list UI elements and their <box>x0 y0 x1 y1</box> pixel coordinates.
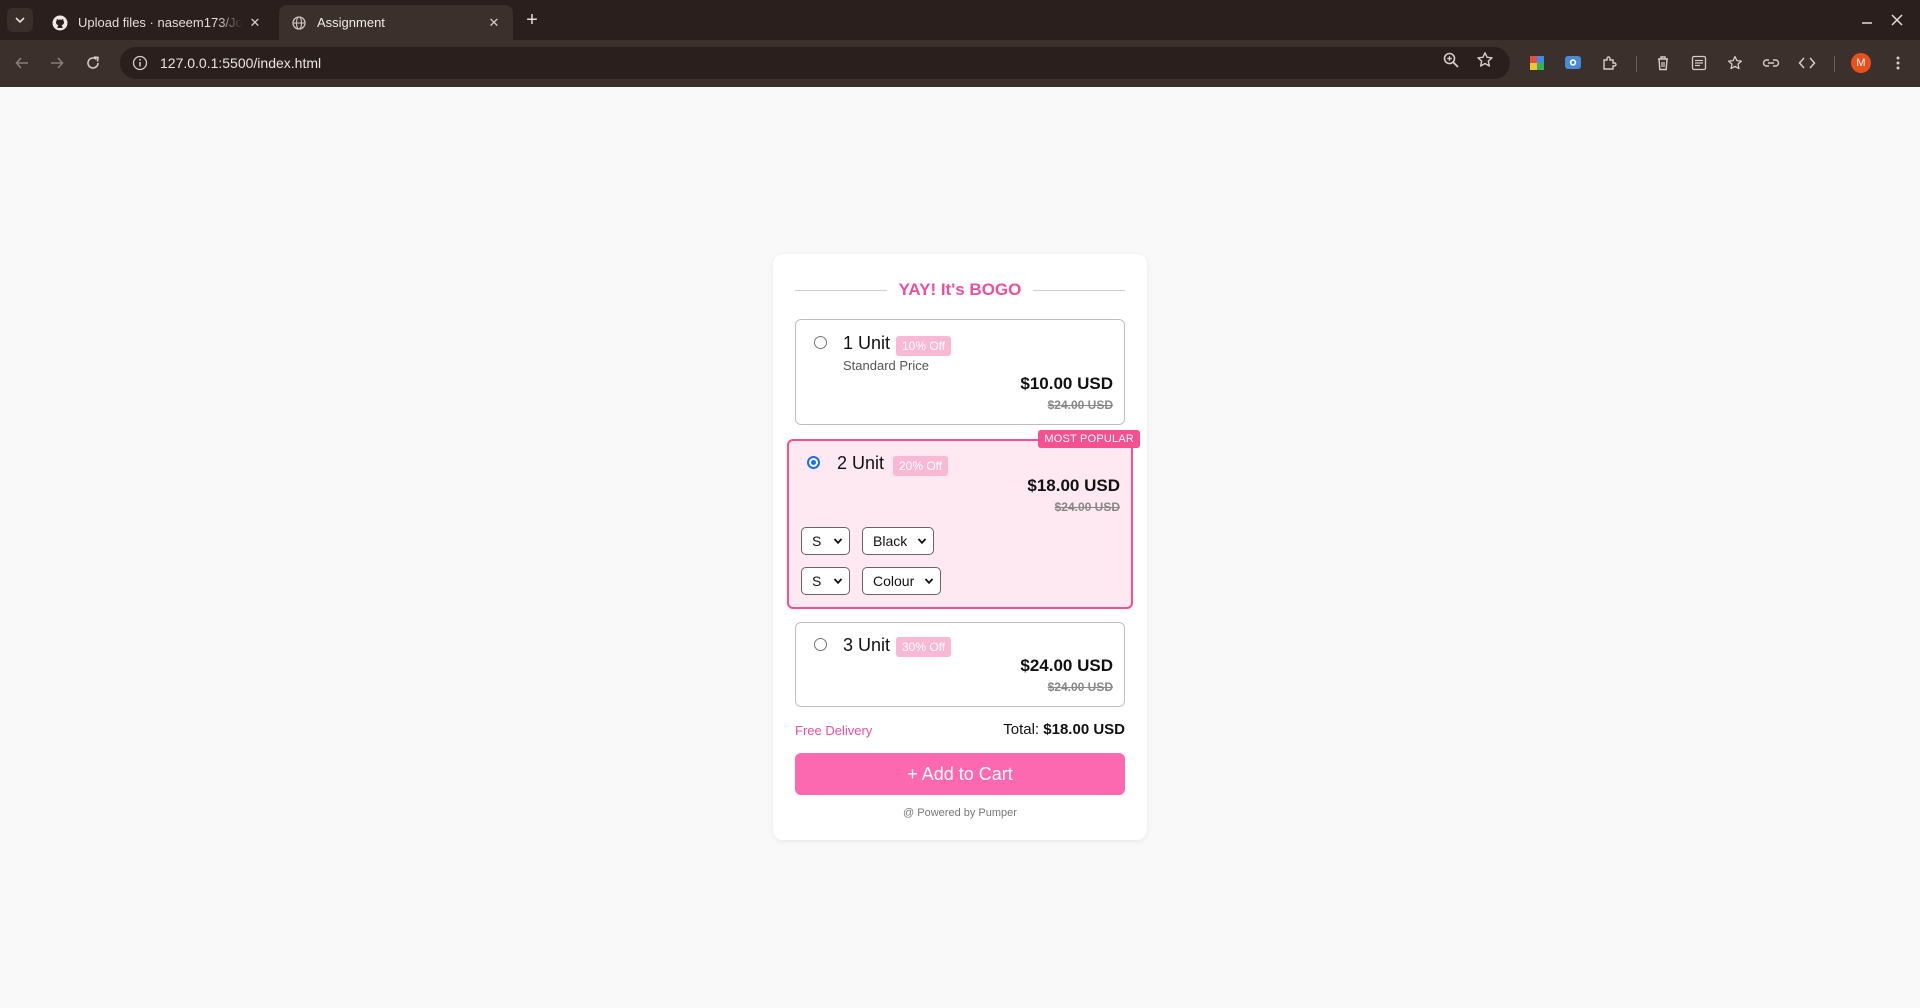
add-to-cart-button[interactable]: + Add to Cart <box>795 753 1125 795</box>
profile-avatar[interactable]: M <box>1851 53 1871 73</box>
option-label: 2 Unit <box>837 453 885 473</box>
globe-icon <box>291 15 307 31</box>
color-select-1[interactable]: Black <box>862 527 934 555</box>
size-select-2[interactable]: S <box>801 567 850 595</box>
discount-badge: 30% Off <box>896 637 952 657</box>
minimize-icon[interactable] <box>1853 6 1881 34</box>
kebab-menu-icon[interactable] <box>1885 50 1911 76</box>
option-old-price: $24.00 USD <box>1047 398 1113 412</box>
tab-title: Assignment <box>317 15 385 30</box>
option-3-unit[interactable]: 3 Unit 30% Off $24.00 USD $24.00 USD <box>795 622 1125 707</box>
close-icon[interactable]: ✕ <box>246 14 264 32</box>
most-popular-tag: MOST POPULAR <box>1038 430 1140 448</box>
extension-screen-icon[interactable] <box>1560 50 1586 76</box>
chevron-down-icon <box>917 538 927 545</box>
option-price: $24.00 USD <box>1020 656 1113 675</box>
url-text: 127.0.0.1:5500/index.html <box>160 55 322 71</box>
arrow-left-icon <box>15 57 28 69</box>
chevron-down-icon <box>15 17 25 24</box>
select-value: S <box>812 573 822 589</box>
tab-strip: Upload files · naseem173/Job ✕ Assignmen… <box>0 0 1920 40</box>
zoom-icon[interactable] <box>1442 51 1460 74</box>
chevron-down-icon <box>833 538 843 545</box>
select-value: Black <box>873 533 908 549</box>
divider-line <box>1033 289 1125 291</box>
reading-list-icon[interactable] <box>1686 50 1712 76</box>
option-label: 1 Unit <box>843 333 891 353</box>
chevron-down-icon <box>833 578 843 585</box>
tab-assignment[interactable]: Assignment ✕ <box>279 5 513 40</box>
option-2-radio[interactable] <box>807 456 820 469</box>
reload-icon <box>87 56 99 69</box>
free-delivery-text: Free Delivery <box>795 723 873 738</box>
extensions-puzzle-icon[interactable] <box>1597 50 1623 76</box>
discount-badge: 20% Off <box>893 456 949 476</box>
offer-heading: YAY! It's BOGO <box>795 274 1125 306</box>
powered-by-text: @ Powered by Pumper <box>903 807 1017 819</box>
option-label: 3 Unit <box>843 635 891 655</box>
option-1-unit[interactable]: 1 Unit 10% Off Standard Price $10.00 USD… <box>795 319 1125 425</box>
option-price: $18.00 USD <box>1027 476 1120 495</box>
trash-icon[interactable] <box>1650 50 1676 76</box>
chevron-down-icon <box>924 578 934 585</box>
bookmark-star-icon[interactable] <box>1476 51 1494 74</box>
code-icon[interactable] <box>1794 50 1820 76</box>
select-value: S <box>812 533 822 549</box>
browser-toolbar: 127.0.0.1:5500/index.html M <box>0 40 1920 87</box>
select-value: Colour <box>873 573 915 589</box>
discount-badge: 10% Off <box>896 336 952 356</box>
bookmarks-star-icon[interactable] <box>1722 50 1748 76</box>
summary-row: Free Delivery Total: $18.00 USD <box>795 720 1125 740</box>
arrow-right-icon <box>51 57 64 69</box>
option-1-radio[interactable] <box>814 336 827 349</box>
toolbar-divider <box>1636 56 1637 72</box>
total-text: Total: $18.00 USD <box>1003 721 1125 738</box>
address-bar[interactable]: 127.0.0.1:5500/index.html <box>120 47 1510 79</box>
tab-search-button[interactable] <box>7 8 33 32</box>
total-label: Total: <box>1003 721 1040 738</box>
link-icon[interactable] <box>1758 50 1784 76</box>
site-info-icon[interactable] <box>130 53 150 73</box>
offer-title: YAY! It's BOGO <box>898 280 1022 299</box>
github-icon <box>52 15 68 31</box>
extension-colorful-icon[interactable] <box>1524 50 1550 76</box>
toolbar-divider <box>1834 56 1835 72</box>
divider-line <box>795 289 887 291</box>
forward-button[interactable] <box>44 50 70 76</box>
new-tab-button[interactable]: + <box>520 8 544 32</box>
tab-upload-files[interactable]: Upload files · naseem173/Job ✕ <box>40 5 274 40</box>
back-button[interactable] <box>9 50 35 76</box>
close-window-icon[interactable] <box>1883 6 1911 34</box>
tab-title: Upload files · naseem173/Job <box>78 15 242 30</box>
option-subtitle: Standard Price <box>843 358 929 373</box>
option-price: $10.00 USD <box>1020 374 1113 393</box>
reload-button[interactable] <box>80 50 106 76</box>
total-value: $18.00 USD <box>1043 721 1125 738</box>
color-select-2[interactable]: Colour <box>862 567 941 595</box>
option-old-price: $24.00 USD <box>1047 680 1113 694</box>
bogo-offer-card: YAY! It's BOGO 1 Unit 10% Off Standard P… <box>773 254 1147 840</box>
close-icon[interactable]: ✕ <box>485 14 503 32</box>
size-select-1[interactable]: S <box>801 527 850 555</box>
option-3-radio[interactable] <box>814 638 827 651</box>
option-2-unit[interactable]: MOST POPULAR 2 Unit 20% Off $18.00 USD $… <box>787 430 1140 609</box>
option-old-price: $24.00 USD <box>1054 500 1120 514</box>
